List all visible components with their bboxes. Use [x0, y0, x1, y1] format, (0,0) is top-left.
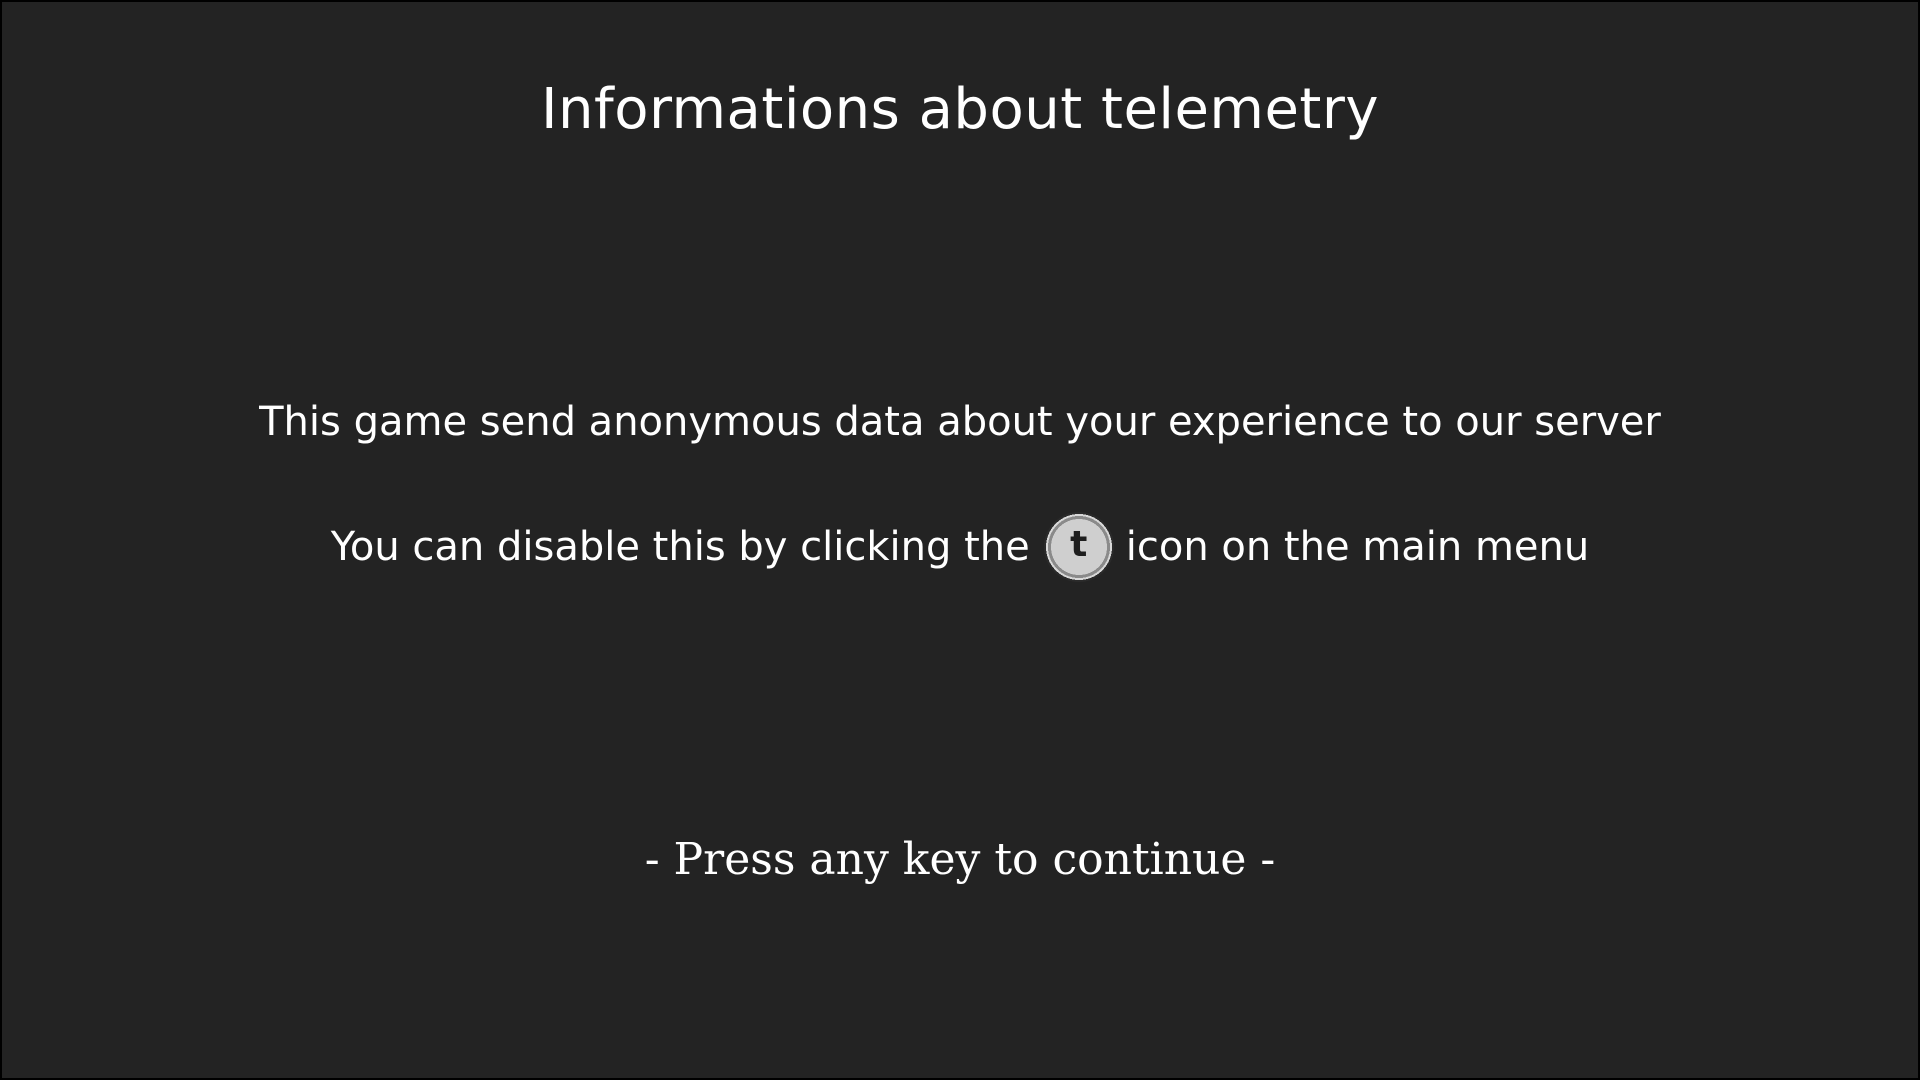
press-any-key-prompt[interactable]: - Press any key to continue -	[2, 828, 1918, 892]
disable-instructions: You can disable this by clicking the t i…	[2, 512, 1918, 582]
telemetry-toggle-icon: t	[1043, 512, 1114, 582]
telemetry-message: This game send anonymous data about your…	[259, 399, 1661, 445]
telemetry-icon-letter: t	[1070, 524, 1088, 565]
telemetry-info-screen[interactable]: Informations about telemetry This game s…	[2, 2, 1918, 1078]
disable-instructions-before: You can disable this by clicking the	[330, 524, 1030, 570]
page-title: Informations about telemetry	[540, 77, 1380, 142]
disable-instructions-after: icon on the main menu	[1125, 524, 1590, 570]
